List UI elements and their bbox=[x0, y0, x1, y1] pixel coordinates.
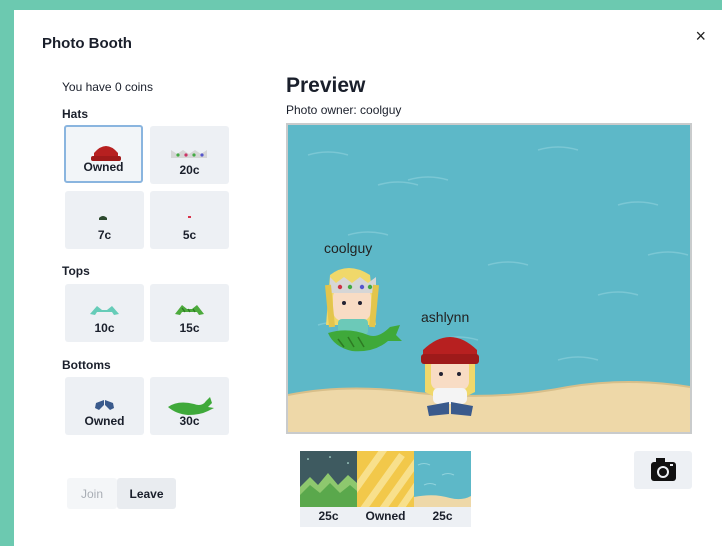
hat-item-tiny-dot[interactable]: 5c bbox=[150, 191, 229, 249]
hat-item-red-beanie[interactable]: Owned bbox=[64, 125, 143, 183]
coins-balance: You have 0 coins bbox=[62, 80, 153, 94]
background-price: 25c bbox=[432, 509, 453, 523]
camera-icon bbox=[651, 458, 676, 481]
bottom-price: 30c bbox=[179, 414, 200, 428]
red-beanie-icon bbox=[91, 146, 121, 161]
mountains-bg-icon bbox=[300, 451, 357, 507]
background-price: 25c bbox=[318, 509, 339, 523]
take-photo-button[interactable] bbox=[634, 451, 692, 489]
hat-item-crown[interactable]: 20c bbox=[150, 126, 229, 184]
player-name-ashlynn: ashlynn bbox=[421, 309, 470, 325]
hat-price: 5c bbox=[182, 228, 197, 242]
join-button[interactable]: Join bbox=[67, 478, 117, 509]
yellow-stripes-bg-icon bbox=[357, 451, 414, 507]
leave-button[interactable]: Leave bbox=[117, 478, 176, 509]
bottom-item-shorts[interactable]: Owned bbox=[65, 377, 144, 435]
close-icon[interactable]: × bbox=[695, 26, 706, 47]
dialog-title: Photo Booth bbox=[42, 35, 132, 52]
section-hats: Hats bbox=[62, 107, 89, 121]
top-price: 15c bbox=[179, 321, 200, 335]
background-item-beach[interactable]: 25c bbox=[414, 451, 471, 527]
photo-booth-dialog: Photo Booth × You have 0 coins Hats Owne… bbox=[14, 10, 722, 546]
top-item-green[interactable]: 15c bbox=[150, 284, 229, 342]
preview-title: Preview bbox=[286, 74, 366, 97]
hat-price: 20c bbox=[179, 163, 200, 177]
background-item-yellow-stripes[interactable]: Owned bbox=[357, 451, 414, 527]
background-item-mountains[interactable]: 25c bbox=[300, 451, 357, 527]
photo-preview-scene: coolguy ashlynn bbox=[286, 123, 692, 434]
top-item-teal[interactable]: 10c bbox=[65, 284, 144, 342]
bottom-price: Owned bbox=[84, 414, 125, 428]
beach-bg-icon bbox=[414, 451, 471, 507]
mermaid-avatar-icon bbox=[325, 268, 402, 352]
photo-owner: Photo owner: coolguy bbox=[286, 103, 402, 117]
section-bottoms: Bottoms bbox=[62, 358, 111, 372]
hat-price: Owned bbox=[83, 160, 124, 174]
player-avatar-icon bbox=[421, 337, 479, 416]
section-tops: Tops bbox=[62, 264, 90, 278]
top-price: 10c bbox=[94, 321, 115, 335]
hat-price: 7c bbox=[97, 228, 112, 242]
player-name-coolguy: coolguy bbox=[324, 240, 373, 256]
background-price: Owned bbox=[365, 509, 406, 523]
bottom-item-tail[interactable]: 30c bbox=[150, 377, 229, 435]
hat-item-small[interactable]: 7c bbox=[65, 191, 144, 249]
